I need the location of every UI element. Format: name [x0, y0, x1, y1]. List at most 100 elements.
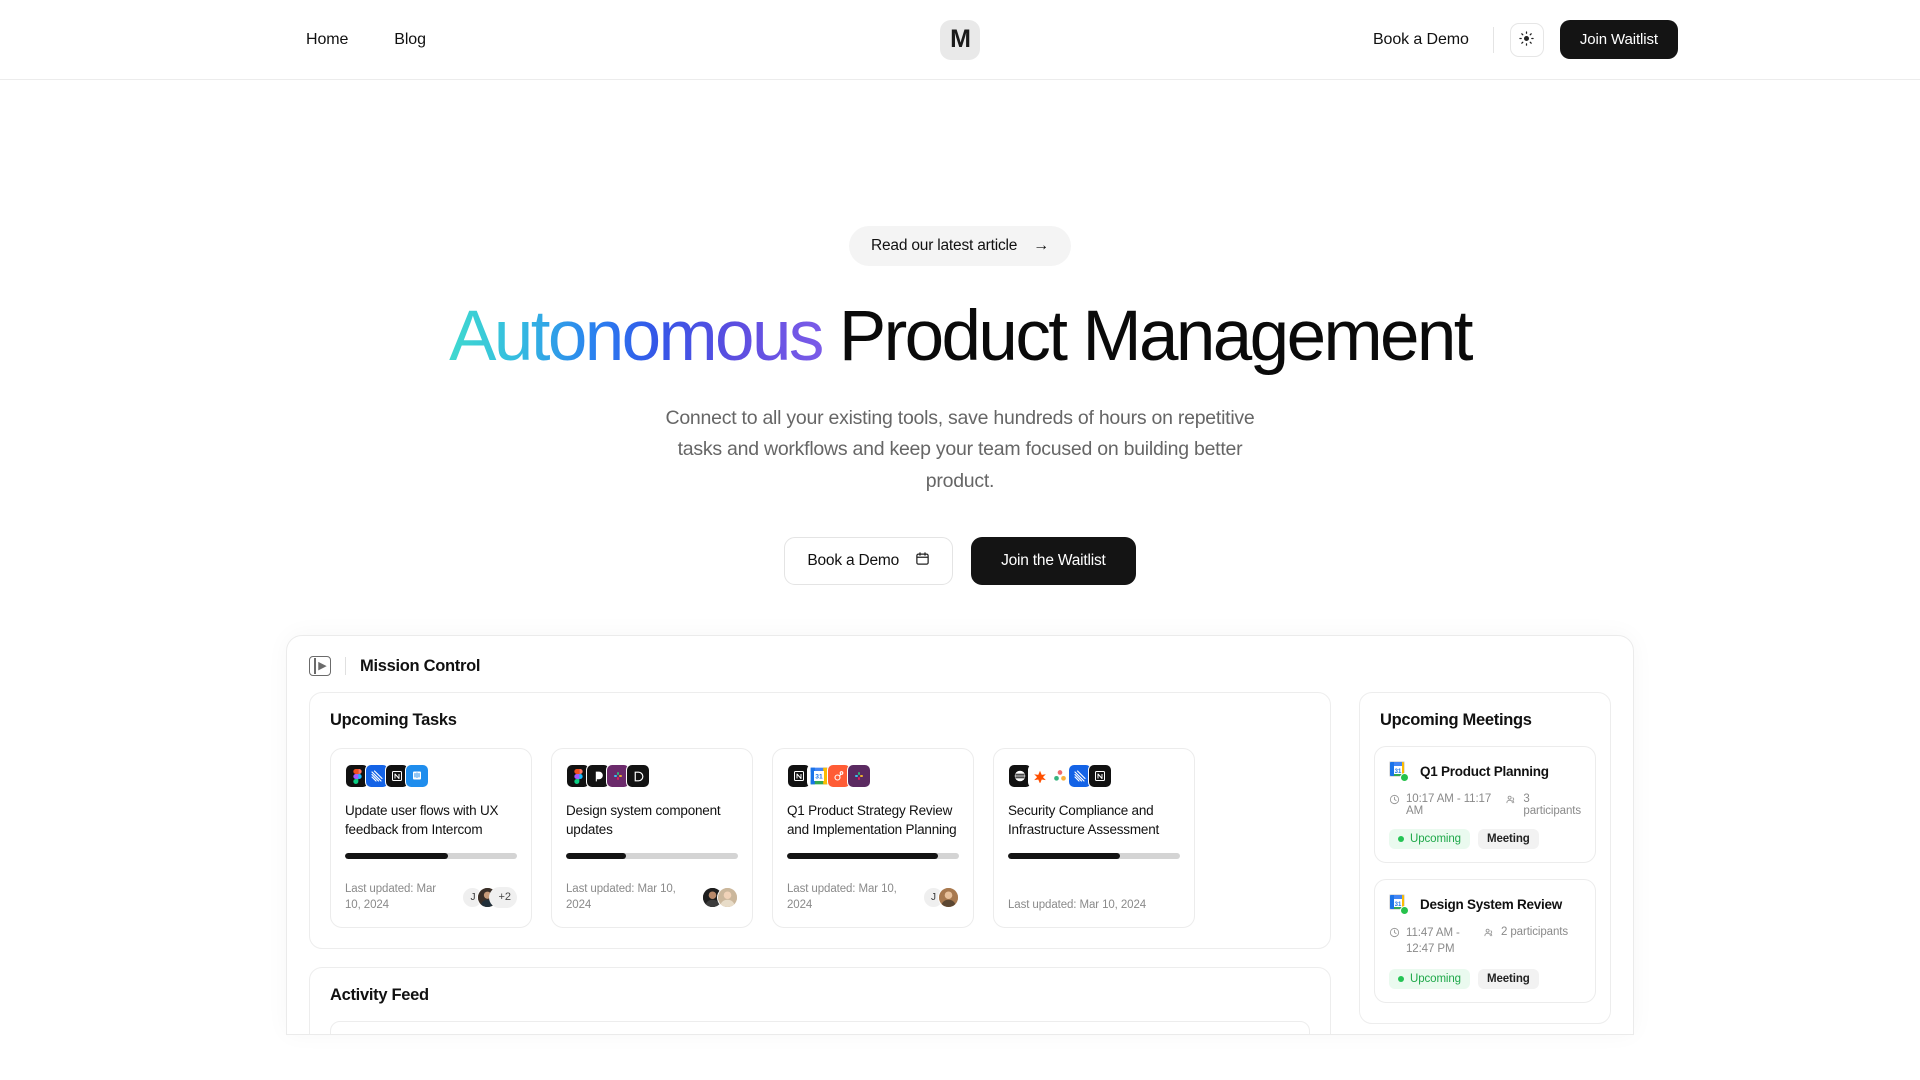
avatar [938, 887, 959, 909]
avatar-overflow-count: +2 [489, 887, 517, 909]
panel-side-column: Upcoming Meetings 31 Q1 Product Planning… [1359, 692, 1611, 1034]
task-progress-fill [566, 852, 627, 859]
nav-link-blog[interactable]: Blog [394, 31, 426, 49]
meeting-meta: 10:17 AM - 11:17 AM 3 participants [1389, 793, 1581, 817]
status-dot-icon [1398, 976, 1404, 983]
task-progress-bar [787, 852, 959, 859]
panel-main-column: Upcoming Tasks Update user flows with UX… [309, 692, 1331, 1035]
join-waitlist-hero-button[interactable]: Join the Waitlist [971, 537, 1136, 586]
status-badge: Upcoming [1389, 829, 1470, 850]
task-progress-fill [1008, 852, 1120, 859]
task-app-icons [345, 764, 517, 789]
online-status-dot [1400, 906, 1409, 916]
meeting-card[interactable]: 31 Design System Review 11:47 AM - 12:47… [1374, 879, 1596, 1004]
task-updated-date: Last updated: Mar 10, 2024 [787, 883, 897, 911]
activity-feed-card: Activity Feed [309, 967, 1331, 1035]
avatar [717, 887, 738, 909]
online-status-dot [1400, 773, 1409, 783]
vercel-icon [626, 764, 650, 789]
meeting-meta: 11:47 AM - 12:47 PM 2 participants [1389, 926, 1581, 957]
meeting-time-label: 10:17 AM - 11:17 AM [1406, 793, 1492, 818]
upcoming-tasks-card: Upcoming Tasks Update user flows with UX… [309, 692, 1331, 950]
book-demo-label: Book a Demo [807, 552, 900, 570]
task-progress-bar [566, 852, 738, 859]
task-updated-date: Last updated: Mar 10, 2024 [1008, 898, 1147, 911]
status-badge-label: Upcoming [1410, 973, 1461, 986]
task-app-icons [1008, 764, 1180, 789]
hero-section: Read our latest article → Autonomous Pro… [0, 80, 1920, 586]
task-progress-fill [787, 852, 939, 859]
logo[interactable]: M [940, 19, 980, 60]
type-badge: Meeting [1477, 969, 1539, 990]
task-title: Design system component updates [566, 803, 721, 838]
status-dot-icon [1398, 836, 1404, 843]
meeting-participants: 2 participants [1483, 926, 1568, 941]
sidebar-toggle-icon[interactable]: ▶ [309, 656, 331, 677]
theme-toggle-button[interactable] [1509, 22, 1544, 57]
sun-icon [1519, 30, 1535, 49]
page-title: Autonomous Product Management [0, 299, 1920, 375]
activity-feed-item[interactable] [330, 1021, 1310, 1035]
task-footer: Last updated: Mar 10, 2024 [566, 882, 738, 913]
notion-icon [1088, 764, 1112, 789]
latest-article-label: Read our latest article [871, 237, 1018, 254]
activity-feed-title: Activity Feed [330, 986, 429, 1005]
task-updated-date: Last updated: Mar 10, 2024 [566, 883, 676, 911]
upcoming-meetings-card: Upcoming Meetings 31 Q1 Product Planning… [1359, 692, 1611, 1025]
task-card[interactable]: Security Compliance and Infrastructure A… [993, 748, 1195, 929]
book-demo-button[interactable]: Book a Demo [784, 537, 954, 586]
task-avatars: J [923, 887, 959, 909]
panel-title: Mission Control [360, 656, 481, 675]
task-footer: Last updated: Mar 10, 2024 [1008, 898, 1180, 914]
panel-header: ▶ Mission Control [287, 636, 1633, 692]
clock-icon [1389, 793, 1400, 808]
mission-control-panel: ▶ Mission Control Upcoming Tasks Update … [286, 635, 1634, 1036]
meeting-card[interactable]: 31 Q1 Product Planning 10:17 AM - 11:17 … [1374, 746, 1596, 864]
intercom-icon [405, 764, 429, 789]
header-actions: Book a Demo Join Waitlist [1373, 20, 1678, 59]
type-badge: Meeting [1477, 829, 1539, 850]
meeting-header: 31 Q1 Product Planning [1389, 761, 1581, 783]
status-badge: Upcoming [1389, 969, 1470, 990]
task-footer: Last updated: Mar 10, 2024 J +2 [345, 882, 517, 913]
join-waitlist-button[interactable]: Join Waitlist [1559, 20, 1678, 59]
task-avatars: J +2 [462, 887, 517, 909]
google-calendar-icon: 31 [1389, 894, 1410, 916]
users-icon [1483, 926, 1495, 941]
task-avatars [702, 887, 738, 909]
slack-icon [847, 764, 871, 789]
task-progress-fill [345, 852, 449, 859]
meeting-header: 31 Design System Review [1389, 894, 1581, 916]
nav-link-home[interactable]: Home [306, 31, 348, 49]
task-progress-bar [345, 852, 517, 859]
task-title: Q1 Product Strategy Review and Implement… [787, 803, 957, 838]
primary-nav: Home Blog [306, 31, 426, 49]
svg-text:31: 31 [815, 774, 823, 781]
users-icon [1505, 793, 1517, 808]
task-card[interactable]: Update user flows with UX feedback from … [330, 748, 532, 929]
header-divider [1492, 26, 1494, 53]
tasks-list[interactable]: Update user flows with UX feedback from … [310, 730, 1330, 948]
task-card[interactable]: 31 Q1 Product Strategy Review and Implem… [772, 748, 974, 929]
meeting-title: Design System Review [1420, 897, 1563, 913]
task-app-icons: 31 [787, 764, 959, 789]
hero-subtitle: Connect to all your existing tools, save… [665, 406, 1255, 492]
upcoming-meetings-title: Upcoming Meetings [1380, 711, 1532, 730]
upcoming-tasks-title: Upcoming Tasks [330, 711, 457, 730]
meeting-time: 10:17 AM - 11:17 AM [1389, 793, 1493, 817]
meeting-time: 11:47 AM - 12:47 PM [1389, 926, 1471, 957]
task-card[interactable]: Design system component updates Last upd… [551, 748, 753, 929]
arrow-right-icon: → [1033, 237, 1049, 254]
meeting-title: Q1 Product Planning [1420, 764, 1549, 780]
clock-icon [1389, 926, 1400, 944]
task-footer: Last updated: Mar 10, 2024 J [787, 882, 959, 913]
google-calendar-icon: 31 [1389, 761, 1410, 783]
latest-article-badge[interactable]: Read our latest article → [849, 226, 1071, 266]
meeting-tags: Upcoming Meeting [1389, 829, 1581, 850]
panel-body: Upcoming Tasks Update user flows with UX… [287, 692, 1633, 1035]
task-title: Update user flows with UX feedback from … [345, 803, 499, 838]
meeting-participants-label: 2 participants [1501, 926, 1568, 939]
header-book-demo-link[interactable]: Book a Demo [1373, 31, 1493, 49]
task-title: Security Compliance and Infrastructure A… [1008, 803, 1160, 838]
panel-header-divider [345, 657, 346, 676]
